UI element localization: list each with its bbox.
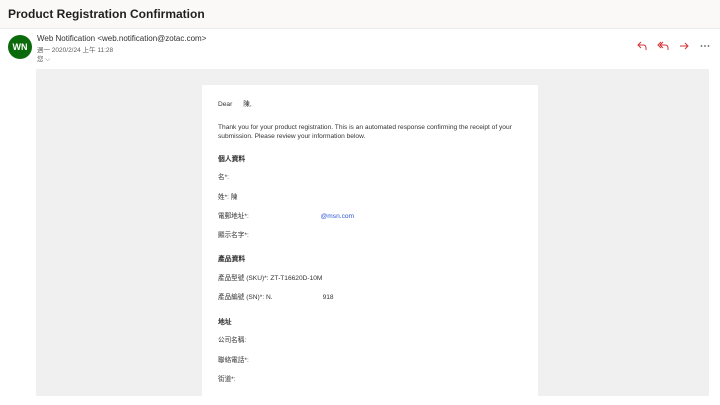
email-field: 電郵地址*: @msn.com [218,212,522,222]
more-actions-button[interactable] [698,39,712,53]
street-field: 街道*: [218,375,236,383]
email-content-card: Dear 陳, Thank you for your product regis… [202,85,538,405]
address-heading: 地址 [218,318,232,326]
email-address-link[interactable]: @msn.com [321,213,354,220]
intro-paragraph: Thank you for your product registration.… [218,123,512,141]
forward-icon [680,42,689,50]
personal-info-heading: 個人資料 [218,155,246,163]
company-field: 公司名稱: [218,337,247,345]
forward-button[interactable] [677,39,691,53]
last-name-field: 姓*: 陳 [218,193,238,201]
message-header: WN Web Notification <web.notification@zo… [0,30,720,68]
email-field-label: 電郵地址*: [218,212,251,220]
message-body-frame: Dear 陳, Thank you for your product regis… [36,69,709,405]
avatar[interactable]: WN [8,35,32,59]
message-actions [635,39,712,53]
serial-number-field: 產品編號 (SN)*: N. 918 [218,293,522,303]
serial-number-tail: 918 [322,294,334,302]
subject-bar: Product Registration Confirmation [0,0,720,29]
email-subject: Product Registration Confirmation [8,7,205,21]
more-icon [700,45,710,47]
reply-button[interactable] [635,39,649,53]
first-name-field: 名*: [218,174,229,182]
sku-field: 產品型號 (SKU)*: ZT-T16620D-10M [218,275,323,283]
product-info-heading: 產品資料 [218,256,246,264]
display-name-field: 顯示名字*: [218,231,249,239]
serial-number-label: 產品編號 (SN)*: N. [218,294,273,302]
reply-icon [637,41,647,50]
reply-all-icon [657,41,669,50]
greeting: Dear 陳, [218,101,252,108]
phone-field: 聯絡電話*: [218,356,249,364]
recipient-line[interactable]: 您 ⌵ [37,53,50,64]
sender-name[interactable]: Web Notification <web.notification@zotac… [37,34,206,43]
reply-all-button[interactable] [656,39,670,53]
